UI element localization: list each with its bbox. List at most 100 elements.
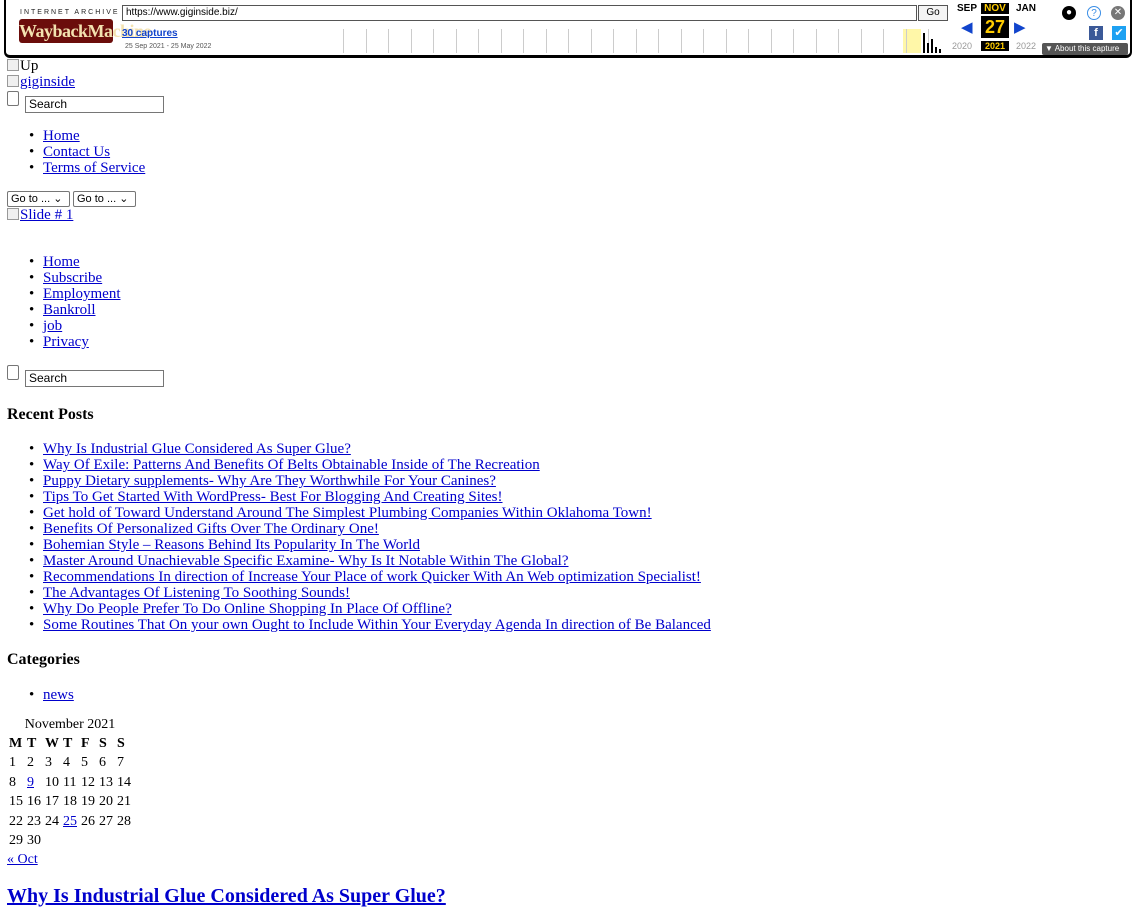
url-input[interactable]: https://www.giginside.biz/ [122,5,917,21]
recent-post-link[interactable]: Tips To Get Started With WordPress- Best… [43,489,503,505]
calendar-day: 17 [45,794,59,810]
recent-post-link[interactable]: Some Routines That On your own Ought to … [43,617,711,633]
category-link[interactable]: news [43,687,74,703]
calendar-day: 24 [45,813,59,829]
sparkline-month-divider [905,29,907,53]
recent-post-link[interactable]: The Advantages Of Listening To Soothing … [43,585,350,601]
goto-select-2[interactable]: Go to ... ⌄ [73,191,136,207]
help-icon[interactable]: ? [1087,6,1101,20]
post-title-link[interactable]: Why Is Industrial Glue Considered As Sup… [7,885,446,908]
current-year-label: 2021 [981,41,1009,51]
list-item: Puppy Dietary supplements- Why Are They … [7,473,711,489]
calendar-day-header: T [63,735,73,751]
sparkline-month-divider [478,29,479,53]
list-item: Bohemian Style – Reasons Behind Its Popu… [7,537,711,553]
calendar-day-link[interactable]: 9 [27,775,34,790]
sparkline-month-divider [545,29,547,53]
sparkline-month-divider [725,29,727,53]
user-icon[interactable]: ● [1062,6,1076,20]
captures-link[interactable]: 30 captures [122,28,178,39]
recent-post-link[interactable]: Puppy Dietary supplements- Why Are They … [43,473,496,489]
sparkline-month-divider [433,29,434,53]
calendar-day: 4 [63,755,70,771]
up-image[interactable]: Up [7,58,38,75]
sparkline-month-divider [455,29,457,53]
sparkline-month-divider [883,29,884,53]
search-toggle-checkbox-2[interactable] [7,365,19,380]
list-item: Home [7,128,145,144]
sparkline-month-divider [860,29,862,53]
sparkline-month-divider [613,29,614,53]
recent-post-link[interactable]: Get hold of Toward Understand Around The… [43,505,652,521]
main-nav-item-link[interactable]: Privacy [43,334,89,350]
calendar-day: 28 [117,813,131,829]
next-year-label[interactable]: 2022 [1012,41,1040,51]
recent-post-link[interactable]: Recommendations In direction of Increase… [43,569,701,585]
calendar-day: 13 [99,774,113,790]
calendar-prev-link[interactable]: « Oct [7,852,38,868]
top-nav-item-link[interactable]: Home [43,128,80,144]
list-item: Why Is Industrial Glue Considered As Sup… [7,441,711,457]
prev-capture-arrow-icon[interactable]: ◀ [961,18,973,36]
list-item: Privacy [7,334,121,350]
twitter-icon[interactable]: ✔ [1112,26,1126,40]
site-logo-link[interactable]: giginside [7,74,75,91]
calendar-day-link[interactable]: 25 [63,814,77,829]
sparkline-month-divider [680,29,682,53]
current-day: 27 [981,16,1009,38]
sparkline-month-divider [815,29,817,53]
recent-posts-heading: Recent Posts [7,406,94,423]
main-nav-item-link[interactable]: Subscribe [43,270,102,286]
main-nav-item-link[interactable]: job [43,318,62,334]
goto-select-1-value: Go to ... [11,193,51,205]
next-capture-arrow-icon[interactable]: ▶ [1014,18,1026,36]
recent-post-link[interactable]: Why Do People Prefer To Do Online Shoppi… [43,601,452,617]
list-item: Way Of Exile: Patterns And Benefits Of B… [7,457,711,473]
wayback-toolbar: INTERNET ARCHIVE WaybackMachine https://… [4,0,1132,58]
main-nav-item-link[interactable]: Employment [43,286,121,302]
sparkline-month-divider [500,29,502,53]
calendar-day: 7 [117,755,124,771]
recent-post-link[interactable]: Master Around Unachievable Specific Exam… [43,553,569,569]
next-month-label[interactable]: JAN [1012,3,1040,14]
wayback-logo[interactable]: WaybackMachine [19,19,152,43]
main-nav-item-link[interactable]: Home [43,254,80,270]
slide-image-link[interactable]: Slide # 1 [7,207,73,224]
list-item: job [7,318,121,334]
list-item: Terms of Service [7,160,145,176]
calendar-day: 8 [9,774,16,790]
search-input[interactable]: Search [25,96,164,113]
search-toggle-checkbox[interactable] [7,91,19,106]
sparkline-month-divider [523,29,524,53]
main-nav-item-link[interactable]: Bankroll [43,302,96,318]
recent-post-link[interactable]: Benefits Of Personalized Gifts Over The … [43,521,379,537]
main-nav: HomeSubscribeEmploymentBankrolljobPrivac… [7,254,121,350]
sparkline-month-divider [770,29,772,53]
top-nav-item-link[interactable]: Contact Us [43,144,110,160]
sparkline-capture-bar [927,43,929,53]
list-item: Benefits Of Personalized Gifts Over The … [7,521,711,537]
sparkline-month-divider [793,29,794,53]
categories-heading: Categories [7,651,80,668]
close-icon[interactable]: ✕ [1111,6,1125,20]
list-item: The Advantages Of Listening To Soothing … [7,585,711,601]
recent-post-link[interactable]: Way Of Exile: Patterns And Benefits Of B… [43,457,540,473]
calendar-day-header: M [9,735,23,751]
go-button[interactable]: Go [918,5,948,21]
capture-sparkline[interactable] [343,29,951,53]
list-item: Contact Us [7,144,145,160]
goto-select-1[interactable]: Go to ... ⌄ [7,191,70,207]
about-capture-button[interactable]: ▼ About this capture [1042,43,1128,55]
sparkline-month-divider [635,29,637,53]
list-item: Get hold of Toward Understand Around The… [7,505,711,521]
calendar-day-header: S [117,735,125,751]
prev-month-label[interactable]: SEP [953,3,981,14]
top-nav-item-link[interactable]: Terms of Service [43,160,145,176]
recent-post-link[interactable]: Bohemian Style – Reasons Behind Its Popu… [43,537,420,553]
facebook-icon[interactable]: f [1089,26,1103,40]
calendar-day: 14 [117,774,131,790]
recent-post-link[interactable]: Why Is Industrial Glue Considered As Sup… [43,441,351,457]
search-input-2[interactable]: Search [25,370,164,387]
prev-year-label[interactable]: 2020 [948,41,976,51]
calendar-day: 23 [27,813,41,829]
